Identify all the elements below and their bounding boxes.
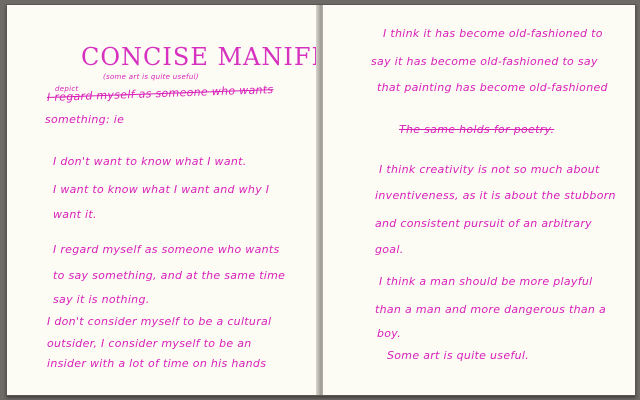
right-line-3: that painting has become old-fashioned	[377, 81, 608, 94]
paragraph-1-line-2: I want to know what I want and why I	[53, 183, 270, 196]
left-page: CONCISE MANIFESTO (some art is quite use…	[7, 5, 319, 395]
right-paragraph-2-line-1: I think a man should be more playful	[379, 275, 593, 288]
right-page: I think it has become old-fashioned to s…	[323, 5, 635, 395]
right-paragraph-1-line-4: goal.	[375, 243, 404, 256]
manifesto-title: CONCISE MANIFESTO	[81, 43, 319, 71]
manifesto-subtitle: (some art is quite useful)	[103, 73, 199, 81]
paragraph-1-line-3: want it.	[53, 208, 97, 221]
struck-line: The same holds for poetry.	[399, 123, 555, 136]
right-paragraph-1-line-1: I think creativity is not so much about	[379, 163, 600, 176]
paragraph-2-line-2: to say something, and at the same time	[53, 269, 286, 282]
right-paragraph-1-line-3: and consistent pursuit of an arbitrary	[375, 217, 592, 230]
edit-line-two: something: ie	[45, 113, 125, 126]
right-paragraph-3-line-1: Some art is quite useful.	[387, 349, 530, 362]
paragraph-2-line-3: say it is nothing.	[53, 293, 150, 306]
paragraph-3-line-3: insider with a lot of time on his hands	[47, 357, 267, 370]
right-paragraph-1-line-2: inventiveness, as it is about the stubbo…	[375, 189, 616, 202]
paragraph-2-line-1: I regard myself as someone who wants	[53, 243, 280, 256]
paragraph-1-line-1: I don't want to know what I want.	[53, 155, 247, 168]
paragraph-3-line-1: I don't consider myself to be a cultural	[47, 315, 272, 328]
paragraph-3-line-2: outsider, I consider myself to be an	[47, 337, 252, 350]
right-paragraph-2-line-2: than a man and more dangerous than a	[375, 303, 607, 316]
struck-edit-line: I regard myself as someone who wants	[46, 83, 274, 104]
notebook-spread: CONCISE MANIFESTO (some art is quite use…	[6, 4, 636, 396]
right-line-2: say it has become old-fashioned to say	[371, 55, 598, 68]
right-paragraph-2-line-3: boy.	[377, 327, 402, 340]
right-line-1: I think it has become old-fashioned to	[383, 27, 603, 40]
